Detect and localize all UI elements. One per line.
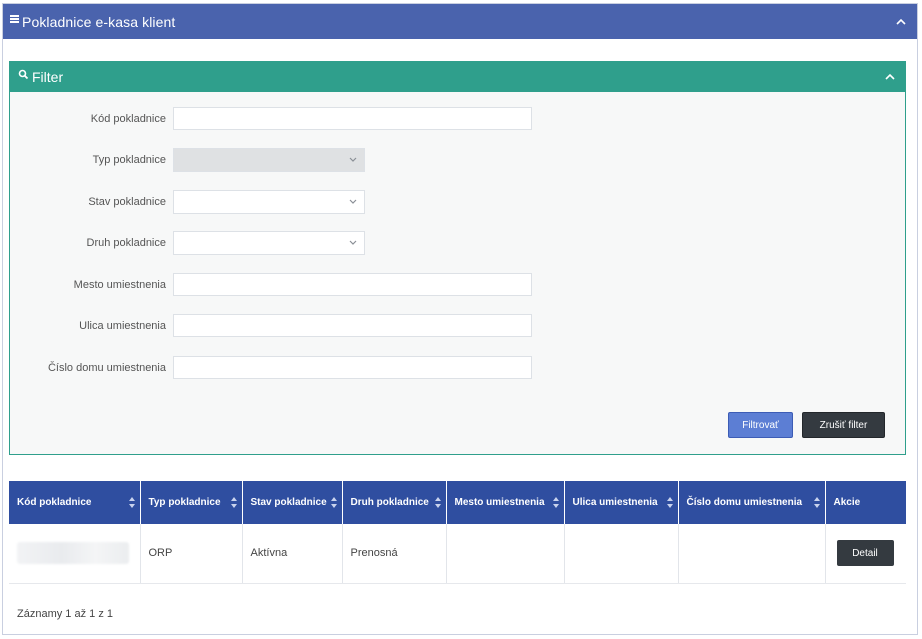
col-cislo-label: Číslo domu umiestnenia xyxy=(686,496,803,508)
sort-icon xyxy=(813,497,820,508)
col-stav[interactable]: Stav pokladnice xyxy=(242,481,343,524)
stav-select[interactable] xyxy=(173,190,365,214)
col-typ[interactable]: Typ pokladnice xyxy=(140,481,243,524)
druh-label: Druh pokladnice xyxy=(86,237,167,249)
col-akcie-label: Akcie xyxy=(833,496,861,508)
filter-panel-header[interactable]: Filter xyxy=(10,62,905,92)
reset-filter-button[interactable]: Zrušiť filter xyxy=(802,412,885,438)
chevron-down-icon xyxy=(349,240,357,245)
results-table-wrap: Kód pokladnice Typ pokladnice Stav pokla… xyxy=(9,481,906,584)
divider xyxy=(9,583,906,584)
row-cislo: Číslo domu umiestnenia xyxy=(10,356,532,379)
druh-select[interactable] xyxy=(173,231,365,255)
col-mesto[interactable]: Mesto umiestnenia xyxy=(446,481,565,524)
cislo-input[interactable] xyxy=(173,356,532,379)
cell-mesto xyxy=(446,524,565,584)
kod-input[interactable] xyxy=(173,107,532,130)
row-typ: Typ pokladnice xyxy=(10,148,365,172)
sort-icon xyxy=(552,497,559,508)
row-kod: Kód pokladnice xyxy=(10,107,532,130)
main-panel-header[interactable]: Pokladnice e-kasa klient xyxy=(3,4,917,39)
cell-akcie: Detail xyxy=(825,524,906,584)
filter-panel: Filter Kód pokladnice Typ pokladnice Sta… xyxy=(9,61,906,455)
row-stav: Stav pokladnice xyxy=(10,190,365,214)
kod-label: Kód pokladnice xyxy=(90,112,166,125)
col-druh-label: Druh pokladnice xyxy=(350,496,429,508)
filter-button[interactable]: Filtrovať xyxy=(728,412,793,438)
col-druh[interactable]: Druh pokladnice xyxy=(342,481,447,524)
menu-icon xyxy=(10,14,19,23)
typ-label: Typ pokladnice xyxy=(92,154,166,166)
col-mesto-label: Mesto umiestnenia xyxy=(454,496,545,508)
ulica-input[interactable] xyxy=(173,314,532,337)
table-row: ORP Aktívna Prenosná Detail xyxy=(9,524,906,584)
col-kod[interactable]: Kód pokladnice xyxy=(9,481,141,524)
sort-icon xyxy=(230,497,237,508)
sort-icon xyxy=(434,497,441,508)
col-cislo[interactable]: Číslo domu umiestnenia xyxy=(678,481,826,524)
sort-icon xyxy=(330,497,337,508)
mesto-label: Mesto umiestnenia xyxy=(73,278,166,291)
typ-select[interactable] xyxy=(173,148,365,172)
table-header-row: Kód pokladnice Typ pokladnice Stav pokla… xyxy=(9,481,906,524)
filter-form: Kód pokladnice Typ pokladnice Stav pokla… xyxy=(10,92,905,454)
cell-cislo xyxy=(678,524,826,584)
sort-icon xyxy=(666,497,673,508)
stav-label: Stav pokladnice xyxy=(88,196,166,208)
col-kod-label: Kód pokladnice xyxy=(17,496,92,508)
row-druh: Druh pokladnice xyxy=(10,231,365,255)
results-table: Kód pokladnice Typ pokladnice Stav pokla… xyxy=(9,481,906,584)
col-ulica-label: Ulica umiestnenia xyxy=(572,496,658,508)
search-icon xyxy=(18,69,29,79)
col-ulica[interactable]: Ulica umiestnenia xyxy=(564,481,679,524)
chevron-down-icon xyxy=(349,199,357,204)
cislo-label: Číslo domu umiestnenia xyxy=(47,361,166,374)
cell-druh: Prenosná xyxy=(342,524,447,584)
redacted-value xyxy=(17,542,129,565)
cell-kod xyxy=(9,524,141,584)
col-akcie: Akcie xyxy=(825,481,906,524)
main-panel-title: Pokladnice e-kasa klient xyxy=(22,13,176,30)
chevron-down-icon xyxy=(349,157,357,162)
sort-icon xyxy=(128,497,135,508)
ulica-label: Ulica umiestnenia xyxy=(79,319,166,332)
cell-typ: ORP xyxy=(140,524,243,584)
cell-stav: Aktívna xyxy=(242,524,343,584)
filter-panel-title: Filter xyxy=(32,69,64,85)
records-info: Záznamy 1 až 1 z 1 xyxy=(17,608,113,620)
detail-button[interactable]: Detail xyxy=(836,540,894,567)
col-stav-label: Stav pokladnice xyxy=(250,496,327,508)
cell-ulica xyxy=(564,524,679,584)
row-ulica: Ulica umiestnenia xyxy=(10,314,532,337)
chevron-up-icon[interactable] xyxy=(884,71,896,83)
mesto-input[interactable] xyxy=(173,273,532,296)
col-typ-label: Typ pokladnice xyxy=(148,496,221,508)
row-mesto: Mesto umiestnenia xyxy=(10,273,532,296)
chevron-up-icon[interactable] xyxy=(895,16,907,28)
